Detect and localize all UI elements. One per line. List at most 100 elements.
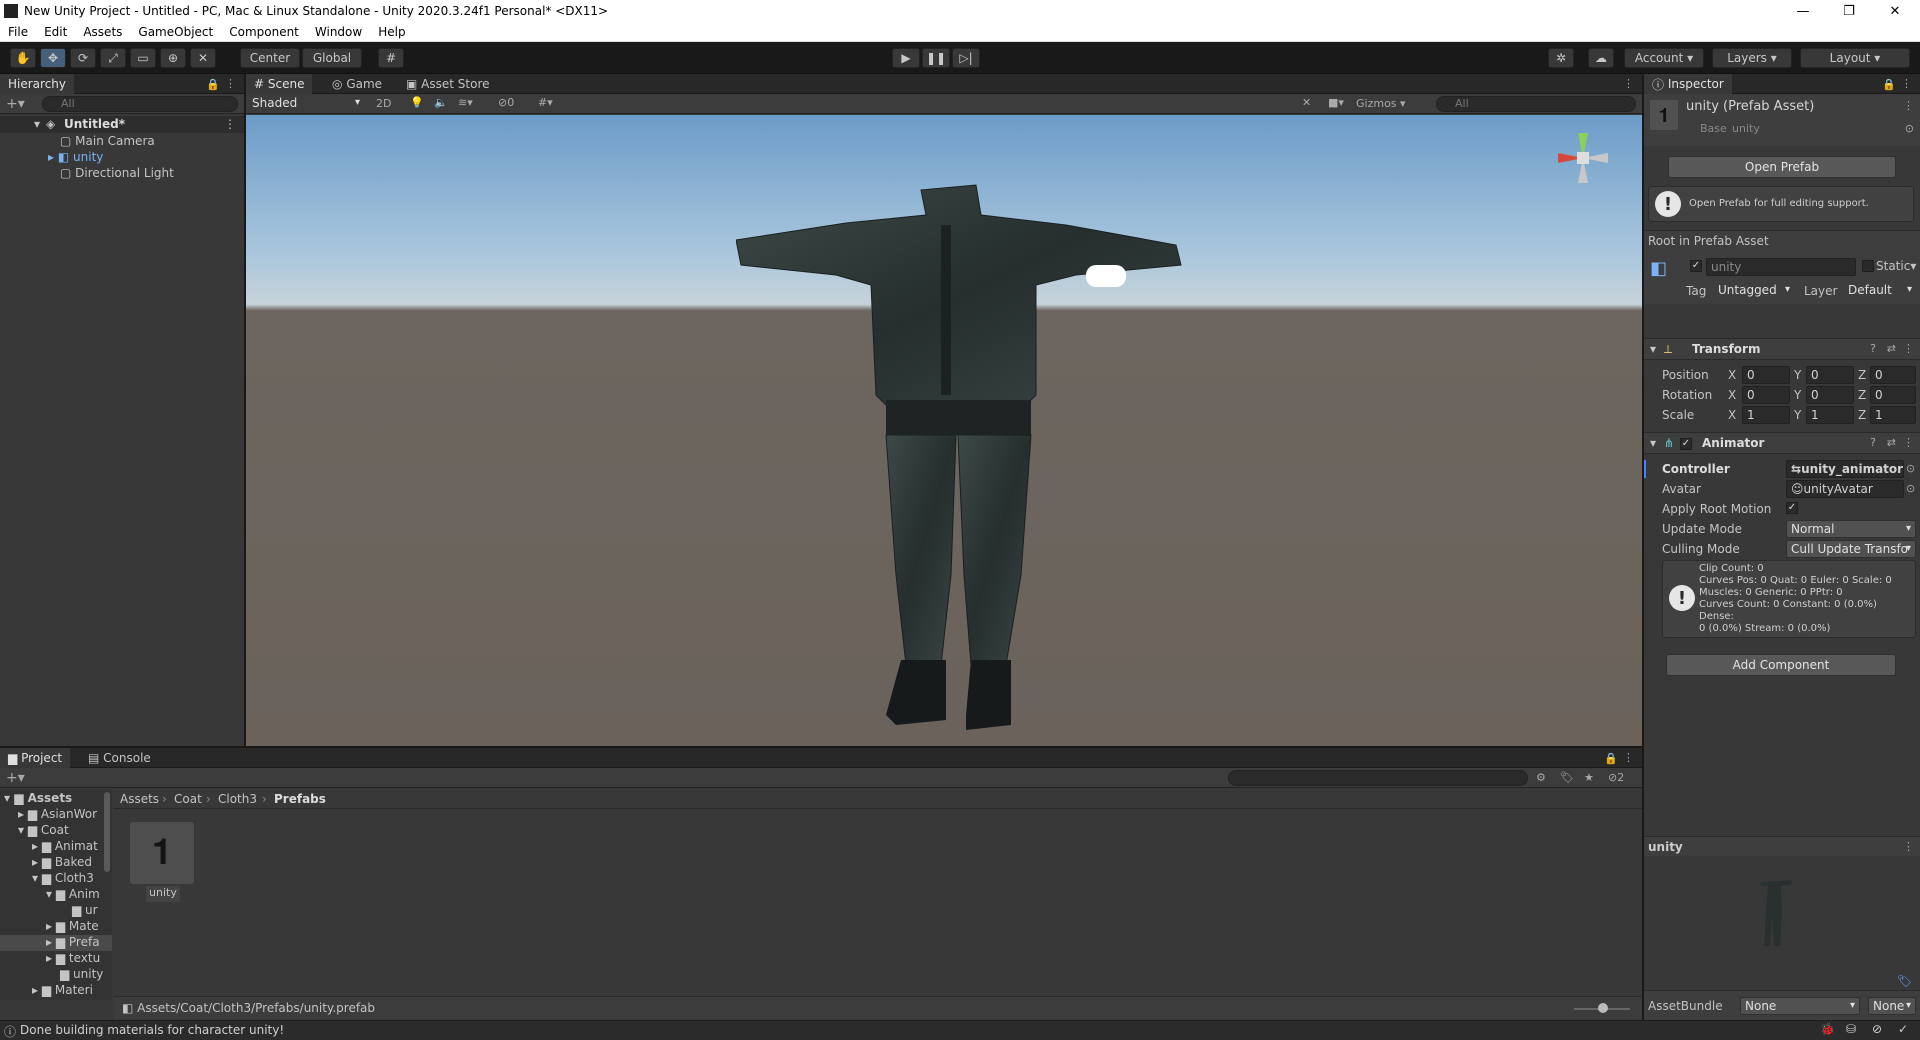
component-more-icon[interactable]: ⋮	[1903, 436, 1914, 449]
scene-viewport[interactable]	[246, 115, 1642, 746]
rotation-z-field[interactable]: 0	[1870, 386, 1916, 404]
snap-grid-icon[interactable]: #	[378, 48, 404, 68]
hidden-packages-icon[interactable]: ⊘2	[1608, 771, 1624, 784]
lock-icon[interactable]: 🔒	[1604, 752, 1618, 765]
project-search-input[interactable]	[1228, 770, 1528, 786]
favorite-icon[interactable]: ★	[1584, 771, 1594, 784]
more-icon[interactable]: ⋮	[225, 77, 236, 90]
hierarchy-item-directional-light[interactable]: ▢ Directional Light	[60, 166, 174, 182]
transform-header[interactable]: ▾ ⟂ Transform ? ⇄ ⋮	[1644, 338, 1920, 360]
tools-icon[interactable]: ✕	[1302, 96, 1311, 109]
rotate-tool-icon[interactable]: ⟳	[70, 48, 96, 68]
menu-edit[interactable]: Edit	[36, 25, 75, 39]
layers-dropdown[interactable]: Layers ▾	[1712, 48, 1792, 68]
collapse-icon[interactable]: ▾	[1650, 342, 1656, 356]
scale-y-field[interactable]: 1	[1806, 406, 1854, 424]
move-tool-icon[interactable]: ✥	[40, 48, 66, 68]
assetbundle-variant-dropdown[interactable]: None	[1868, 997, 1916, 1015]
menu-file[interactable]: File	[0, 25, 36, 39]
scale-z-field[interactable]: 1	[1870, 406, 1916, 424]
static-checkbox[interactable]	[1862, 260, 1874, 272]
scale-x-field[interactable]: 1	[1742, 406, 1790, 424]
cache-icon[interactable]: ⛁	[1846, 1022, 1856, 1036]
gizmos-dropdown[interactable]: Gizmos ▾	[1356, 97, 1406, 110]
lock-icon[interactable]: 🔒	[1882, 78, 1896, 91]
close-button[interactable]: ✕	[1872, 0, 1918, 22]
tree-item-unity[interactable]: ▆ unity	[60, 967, 103, 983]
menu-gameobject[interactable]: GameObject	[130, 25, 221, 39]
layout-dropdown[interactable]: Layout ▾	[1800, 48, 1910, 68]
asset-more-icon[interactable]: ⋮	[1903, 99, 1914, 112]
preview-more-icon[interactable]: ⋮	[1903, 840, 1914, 853]
tag-dropdown[interactable]: Untagged	[1714, 282, 1794, 300]
cloud-icon[interactable]: ☁	[1588, 48, 1614, 68]
pivot-global-toggle[interactable]: Global	[302, 48, 362, 68]
tab-project[interactable]: ▆ Project	[0, 748, 71, 768]
transform-tool-icon[interactable]: ⊕	[160, 48, 186, 68]
tree-item-cloth3[interactable]: ▾ ▆ Cloth3	[32, 871, 94, 887]
tab-inspector[interactable]: ⓘ Inspector	[1644, 74, 1732, 94]
scene-more-icon[interactable]: ⋮	[1623, 77, 1634, 90]
breadcrumb-coat[interactable]: Coat	[174, 792, 202, 808]
tree-item-animat[interactable]: ▸ ▆ Animat	[32, 839, 98, 855]
object-name-field[interactable]: unity	[1706, 258, 1856, 276]
tab-scene[interactable]: # Scene	[246, 74, 313, 94]
step-button-icon[interactable]: ▷|	[952, 48, 980, 68]
bug-icon[interactable]: 🐞	[1820, 1022, 1835, 1036]
base-target-icon[interactable]: ⊙	[1905, 122, 1914, 135]
asset-label[interactable]: unity	[146, 886, 180, 902]
collab-icon[interactable]: ✲	[1548, 48, 1574, 68]
hierarchy-search-input[interactable]: All	[42, 96, 238, 112]
character-model[interactable]	[736, 145, 1186, 745]
menu-assets[interactable]: Assets	[75, 25, 130, 39]
audio-icon[interactable]: 🔈	[434, 96, 448, 109]
static-label[interactable]: Static▾	[1876, 259, 1916, 273]
rect-tool-icon[interactable]: ▭	[130, 48, 156, 68]
hand-tool-icon[interactable]: ✋	[10, 48, 36, 68]
hidden-objects-icon[interactable]: ⊘0	[498, 96, 514, 109]
effects-icon[interactable]: ≋▾	[458, 96, 473, 109]
scale-tool-icon[interactable]: ⤢	[100, 48, 126, 68]
account-dropdown[interactable]: Account ▾	[1624, 48, 1704, 68]
preset-icon[interactable]: ⇄	[1887, 436, 1896, 449]
layer-dropdown[interactable]: Default	[1844, 282, 1916, 300]
camera-icon[interactable]: ■▾	[1328, 96, 1344, 109]
filter-type-icon[interactable]: ⚙	[1536, 771, 1546, 784]
breadcrumb-assets[interactable]: Assets	[120, 792, 159, 808]
shading-mode-dropdown[interactable]: Shaded	[248, 95, 364, 113]
add-icon[interactable]: +▾	[6, 96, 25, 112]
component-more-icon[interactable]: ⋮	[1903, 342, 1914, 355]
controller-picker-icon[interactable]: ⊙	[1906, 462, 1915, 475]
menu-help[interactable]: Help	[370, 25, 413, 39]
more-icon[interactable]: ⋮	[1901, 77, 1912, 90]
filter-label-icon[interactable]: 🏷	[1560, 771, 1574, 784]
tree-item-ur[interactable]: ▆ ur	[72, 903, 98, 919]
hierarchy-item-unity[interactable]: ▸ ◧ unity	[48, 150, 103, 166]
camera-gizmo-icon[interactable]	[1086, 265, 1126, 287]
root-motion-checkbox[interactable]: ✓	[1786, 502, 1798, 514]
hierarchy-item-main-camera[interactable]: ▢ Main Camera	[60, 134, 155, 150]
lighting-icon[interactable]: 💡	[410, 96, 424, 109]
play-button-icon[interactable]: ▶	[892, 48, 920, 68]
zoom-slider-thumb[interactable]	[1598, 1003, 1608, 1013]
tree-item-asianwor[interactable]: ▸ ▆ AsianWor	[18, 807, 97, 823]
avatar-picker-icon[interactable]: ⊙	[1906, 482, 1915, 495]
menu-window[interactable]: Window	[307, 25, 370, 39]
position-z-field[interactable]: 0	[1870, 366, 1916, 384]
pivot-center-toggle[interactable]: Center	[240, 48, 300, 68]
tab-asset-store[interactable]: ▣ Asset Store	[398, 74, 498, 94]
custom-tool-icon[interactable]: ✕	[190, 48, 216, 68]
scene-more-icon[interactable]: ⋮	[224, 117, 236, 131]
maximize-button[interactable]: ❐	[1826, 0, 1872, 22]
breadcrumb-prefabs[interactable]: Prefabs	[274, 792, 326, 808]
mode-2d-toggle[interactable]: 2D	[376, 97, 391, 110]
position-y-field[interactable]: 0	[1806, 366, 1854, 384]
rotation-y-field[interactable]: 0	[1806, 386, 1854, 404]
tree-item-baked[interactable]: ▸ ▆ Baked	[32, 855, 92, 871]
rotation-x-field[interactable]: 0	[1742, 386, 1790, 404]
pause-button-icon[interactable]: ❚❚	[922, 48, 950, 68]
lock-icon[interactable]: 🔒	[206, 78, 220, 91]
expand-icon[interactable]: ▸	[48, 150, 54, 164]
controller-field[interactable]: ⇆unity_animator	[1786, 460, 1904, 478]
minimize-button[interactable]: —	[1780, 0, 1826, 22]
